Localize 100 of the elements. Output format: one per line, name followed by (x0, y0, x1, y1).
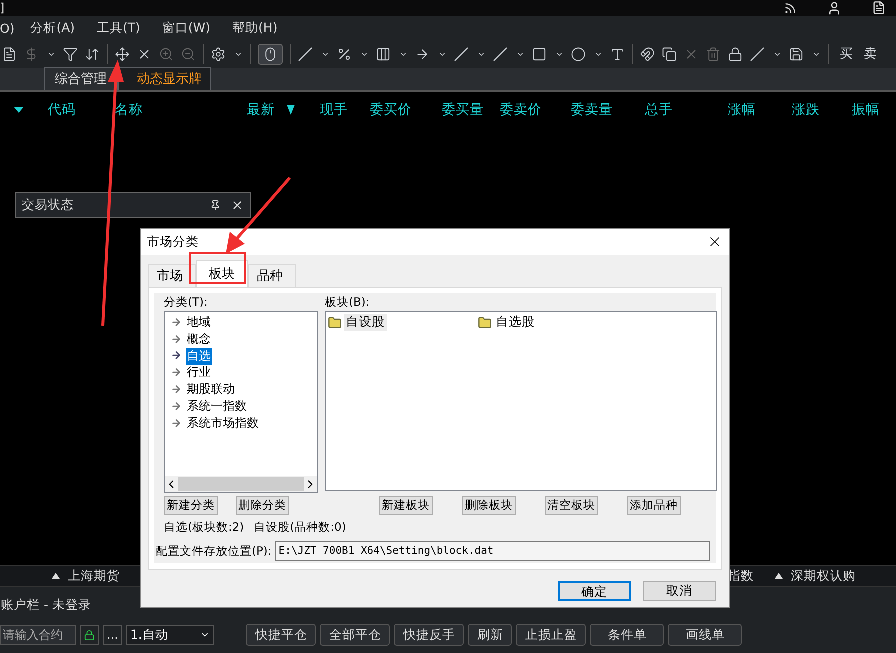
sort-icon[interactable] (85, 46, 100, 62)
tree-item[interactable]: 行业 (186, 364, 212, 382)
dialog-tab[interactable]: 板块 (196, 260, 248, 287)
column-header[interactable]: 总手 (645, 101, 673, 119)
status-text: 自设股(品种数:0) (254, 520, 346, 535)
arrow-icon (171, 367, 182, 378)
order-button[interactable]: 画线单 (668, 624, 742, 646)
text-icon[interactable] (610, 46, 625, 62)
menu-item[interactable]: 分析(A) (30, 20, 76, 36)
rectangle-icon[interactable] (532, 46, 547, 62)
menu-item[interactable]: O) (0, 20, 15, 36)
circle-icon[interactable] (571, 46, 586, 62)
column-header[interactable]: 名称 (115, 101, 143, 119)
order-button[interactable]: 刷新 (468, 624, 512, 646)
dialog-button[interactable]: 删除板块 (462, 496, 516, 515)
cancel-button[interactable]: 取消 (643, 581, 716, 601)
settings-icon[interactable] (211, 46, 226, 62)
arrow-icon (171, 316, 182, 328)
trash-icon[interactable] (706, 46, 721, 62)
highlight-frame (189, 252, 246, 284)
mouse-icon[interactable] (258, 44, 283, 64)
column-header[interactable]: 振幅 (852, 101, 880, 119)
dialog-button[interactable]: 新建板块 (379, 496, 434, 515)
arrow-icon (171, 400, 182, 412)
column-header[interactable]: 委买量 (442, 101, 484, 119)
column-header[interactable]: 代码 (48, 101, 76, 119)
close-icon[interactable] (231, 198, 244, 212)
pin-icon[interactable] (210, 200, 221, 210)
zoom-in-icon[interactable] (159, 46, 174, 62)
mode-dropdown[interactable]: 1.自动 (126, 625, 214, 645)
line-icon[interactable] (298, 46, 313, 62)
order-button[interactable]: 条件单 (590, 624, 664, 646)
column-header[interactable]: 委卖量 (571, 101, 613, 119)
sheet-tab[interactable]: 综合管理 (44, 67, 118, 90)
tree-item[interactable]: 自选 (186, 348, 212, 364)
signal-icon[interactable] (784, 2, 797, 14)
dialog-button[interactable]: 清空板块 (544, 496, 598, 515)
sort-arrow-icon (287, 105, 295, 115)
move-icon[interactable] (115, 46, 130, 62)
column-header[interactable]: 涨幅 (728, 101, 756, 119)
arrow-icon (171, 350, 182, 362)
sheet-tab[interactable]: 动态显示牌 (118, 67, 211, 90)
dialog-button[interactable]: 新建分类 (164, 496, 218, 515)
column-header[interactable]: 涨跌 (792, 101, 820, 119)
copy-icon[interactable] (662, 46, 677, 62)
column-header[interactable]: 现手 (320, 101, 348, 119)
arrow-icon (171, 418, 182, 429)
tree-item[interactable]: 系统市场指数 (186, 414, 260, 432)
user-icon[interactable] (827, 0, 842, 16)
arrow-icon (171, 384, 182, 396)
column-header[interactable]: 委买价 (370, 101, 412, 119)
folder-icon (478, 316, 492, 330)
lock-icon[interactable] (80, 625, 99, 645)
percent-icon[interactable] (337, 46, 352, 62)
contract-input[interactable]: 请输入合约 (0, 625, 76, 645)
scrollbar-thumb[interactable] (178, 477, 304, 491)
tree-item[interactable]: 概念 (186, 330, 212, 348)
notes-icon[interactable] (872, 1, 886, 15)
document-icon[interactable] (2, 46, 17, 62)
lock-icon[interactable] (728, 46, 743, 62)
ok-button[interactable]: 确定 (558, 581, 631, 601)
up-triangle-icon (775, 573, 783, 579)
dropdown-triangle-icon[interactable] (14, 107, 24, 113)
zoom-out-icon[interactable] (181, 46, 196, 62)
path-field[interactable]: E:\JZT_700B1_X64\Setting\block.dat (274, 541, 710, 561)
dialog-tab[interactable]: 市场 (148, 264, 196, 287)
folder-icon (328, 316, 342, 330)
save-icon[interactable] (789, 46, 804, 62)
menu-item[interactable]: 帮助(H) (232, 20, 278, 36)
toolbar-text-button[interactable]: 买 (840, 45, 853, 63)
list-item[interactable]: 自设股 (344, 314, 387, 331)
order-button[interactable]: 快捷反手 (394, 624, 464, 646)
filter-icon[interactable] (63, 46, 78, 62)
window-title: ] (0, 1, 6, 15)
market-tab[interactable]: 深期权认购 (775, 568, 856, 584)
dialog-tab[interactable]: 品种 (248, 264, 296, 287)
status-text: 自选(板块数:2) (164, 520, 244, 535)
columns-icon[interactable] (376, 46, 391, 62)
order-button[interactable]: 止损止盈 (516, 624, 586, 646)
magnet-icon[interactable] (640, 46, 655, 62)
tree-item[interactable]: 系统一指数 (186, 398, 248, 415)
menu-item[interactable]: 工具(T) (97, 20, 140, 36)
field-label: 配置文件存放位置(P): (156, 544, 272, 558)
dialog-title: 市场分类 (147, 234, 200, 250)
tree-item[interactable]: 期股联动 (186, 381, 236, 398)
toolbar-text-button[interactable]: 卖 (864, 45, 877, 63)
market-tab[interactable]: 上海期货 (52, 568, 120, 584)
dialog-button[interactable]: 删除分类 (236, 496, 290, 515)
order-button[interactable]: 全部平仓 (320, 624, 390, 646)
order-button[interactable]: 快捷平仓 (246, 624, 316, 646)
up-triangle-icon (52, 573, 60, 579)
more-button[interactable]: ... (103, 625, 122, 645)
column-header[interactable]: 委卖价 (500, 101, 542, 119)
list-item[interactable]: 自选股 (494, 314, 537, 331)
tree-item[interactable]: 地域 (186, 314, 212, 331)
column-header[interactable]: 最新 (247, 101, 295, 119)
menu-item[interactable]: 窗口(W) (162, 20, 211, 36)
field-label: 分类(T): (164, 295, 209, 311)
panel-title: 交易状态 (22, 196, 75, 214)
dialog-button[interactable]: 添加品种 (627, 496, 682, 515)
